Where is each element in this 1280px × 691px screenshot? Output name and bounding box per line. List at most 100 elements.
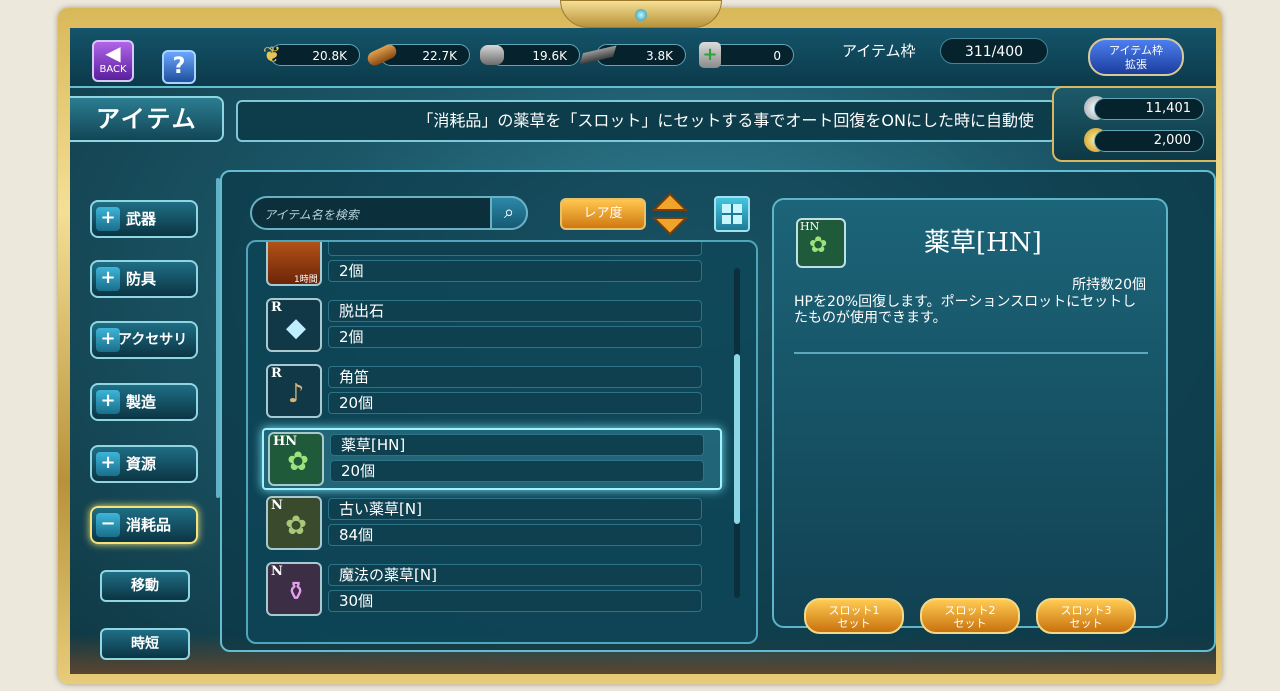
herb-glyph: ✿ xyxy=(809,233,828,258)
resource-wheat: ❦ 20.8K xyxy=(256,43,360,68)
gem-icon xyxy=(635,9,647,21)
back-arrow-icon: ◀ xyxy=(105,41,121,65)
item-name: 角笛 xyxy=(328,366,702,388)
plus-icon: + xyxy=(96,390,120,414)
expand-label-1: アイテム枠 xyxy=(1109,44,1163,57)
crystal-glyph: ◆ xyxy=(286,313,306,343)
list-item[interactable]: R ◆ 脱出石 2個 xyxy=(266,296,716,354)
slot-3-set-button[interactable]: スロット3 セット xyxy=(1036,598,1136,634)
gold-value: 2,000 xyxy=(1094,130,1204,152)
search-input[interactable] xyxy=(262,203,486,227)
wheat-icon: ❦ xyxy=(262,42,282,68)
minus-icon: − xyxy=(96,513,120,537)
potion-icon: N ⚱ xyxy=(266,562,322,616)
horn-glyph: ♪ xyxy=(287,379,305,409)
sidebar-item-consumables[interactable]: − 消耗品 xyxy=(90,506,198,544)
sort-order-toggle[interactable] xyxy=(652,192,688,236)
expand-label-2: 拡張 xyxy=(1125,58,1147,71)
herb-icon: N ✿ xyxy=(266,496,322,550)
item-count: 30個 xyxy=(328,590,702,612)
item-slot-label: アイテム枠 xyxy=(842,42,916,60)
crystal-icon: R ◆ xyxy=(266,298,322,352)
slot-label: スロット2 xyxy=(944,604,996,617)
horn-icon: R ♪ xyxy=(266,364,322,418)
plus-icon: + xyxy=(96,452,120,476)
slot-label: スロット1 xyxy=(828,604,880,617)
item-detail-panel: HN ✿ 薬草[HN] 所持数20個 HPを20%回復します。ポーションスロット… xyxy=(772,198,1168,634)
sidebar-item-accessories[interactable]: + アクセサリ xyxy=(90,321,198,359)
herb-glyph: ✿ xyxy=(287,447,309,477)
search-button[interactable]: ⌕ xyxy=(490,196,528,230)
list-item[interactable]: R ♪ 角笛 20個 xyxy=(266,362,716,420)
plus-icon: + xyxy=(96,207,120,231)
resource-stone: 19.6K xyxy=(476,44,580,68)
stone-icon xyxy=(476,40,508,70)
sidebar-item-label: 消耗品 xyxy=(126,516,172,534)
sidebar-subitem-movement[interactable]: 移動 xyxy=(100,570,190,602)
scroll-icon: 1時間 xyxy=(266,242,322,286)
sidebar-item-label: アクセサリ xyxy=(118,332,188,348)
sidebar-item-armor[interactable]: + 防具 xyxy=(90,260,198,298)
currency-panel: 11,401 2,000 xyxy=(1052,86,1216,162)
item-name: 脱出石 xyxy=(328,300,702,322)
sidebar-subitem-timeshort[interactable]: 時短 xyxy=(100,628,190,660)
search-icon: ⌕ xyxy=(503,202,515,223)
duration-badge: 1時間 xyxy=(294,275,318,285)
search-box: ⌕ xyxy=(250,196,528,230)
item-count: 84個 xyxy=(328,524,702,546)
sidebar-item-resources[interactable]: + 資源 xyxy=(90,445,198,483)
resource-potion: + 0 xyxy=(694,42,794,68)
slot-set-label: セット xyxy=(837,617,871,630)
list-scrollbar[interactable] xyxy=(734,268,740,598)
back-button[interactable]: ◀ BACK xyxy=(92,40,134,82)
item-name: 古い薬草[N] xyxy=(328,498,702,520)
list-item[interactable]: N ✿ 古い薬草[N] 84個 xyxy=(266,494,716,552)
item-name: 薬草[HN] xyxy=(330,434,704,456)
resource-wood: 22.7K xyxy=(365,42,470,68)
detail-description: HPを20%回復します。ポーションスロットにセットしたものが使用できます。 xyxy=(794,294,1137,326)
silver-value: 11,401 xyxy=(1094,98,1204,120)
scrollbar-thumb[interactable] xyxy=(734,354,740,524)
herb-icon: HN ✿ xyxy=(796,218,846,268)
sort-rarity-button[interactable]: レア度 xyxy=(560,198,646,230)
list-item[interactable]: 1時間 2個 xyxy=(266,242,716,288)
detail-owned-count: 所持数20個 xyxy=(1072,277,1146,293)
herb-icon: HN ✿ xyxy=(268,432,324,486)
sidebar-item-label: 武器 xyxy=(126,210,157,228)
list-item-selected[interactable]: HN ✿ 薬草[HN] 20個 xyxy=(262,428,722,490)
item-count: 2個 xyxy=(328,326,702,348)
game-screen: ◀ BACK ? ❦ 20.8K 22.7K 19.6K 3.8K + 0 アイ… xyxy=(70,28,1216,674)
sort-down-icon xyxy=(652,217,688,236)
sidebar-item-label: 防具 xyxy=(126,270,157,288)
divider xyxy=(794,352,1148,354)
info-marquee: 「消耗品」の薬草を「スロット」にセットする事でオート回復をONにした時に自動使 xyxy=(236,100,1056,142)
back-label: BACK xyxy=(99,64,127,75)
sidebar-item-label: 資源 xyxy=(126,455,157,473)
item-count: 20個 xyxy=(328,392,702,414)
list-item[interactable]: N ⚱ 魔法の薬草[N] 30個 xyxy=(266,560,716,618)
crown-ornament xyxy=(560,0,722,28)
top-bar: ◀ BACK ? ❦ 20.8K 22.7K 19.6K 3.8K + 0 アイ… xyxy=(70,28,1216,88)
sort-up-icon xyxy=(652,192,688,211)
rank-badge: HN xyxy=(800,220,820,233)
help-button[interactable]: ? xyxy=(162,50,196,84)
slot-2-set-button[interactable]: スロット2 セット xyxy=(920,598,1020,634)
item-name xyxy=(328,242,702,256)
grid-icon xyxy=(722,204,742,224)
item-slot-value: 311/400 xyxy=(940,38,1048,64)
sidebar-item-crafting[interactable]: + 製造 xyxy=(90,383,198,421)
plus-icon: + xyxy=(96,267,120,291)
slot-label: スロット3 xyxy=(1060,604,1112,617)
page-title: アイテム xyxy=(70,96,224,142)
slot-1-set-button[interactable]: スロット1 セット xyxy=(804,598,904,634)
slot-set-label: セット xyxy=(1069,617,1103,630)
sidebar-item-weapons[interactable]: + 武器 xyxy=(90,200,198,238)
potion-jar-icon: + xyxy=(694,40,726,70)
detail-item-name: 薬草[HN] xyxy=(924,228,1042,258)
slot-set-label: セット xyxy=(953,617,987,630)
sidebar-item-label: 製造 xyxy=(126,393,157,411)
item-count: 20個 xyxy=(330,460,704,482)
grid-view-button[interactable] xyxy=(714,196,750,232)
expand-slots-button[interactable]: アイテム枠 拡張 xyxy=(1088,38,1184,76)
iron-ingot-icon xyxy=(579,40,617,70)
